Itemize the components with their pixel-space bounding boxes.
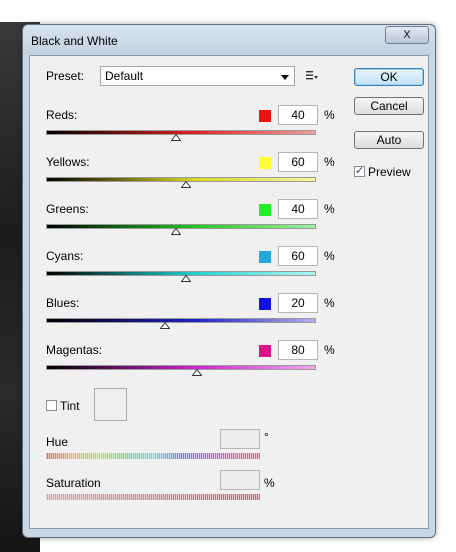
hue-input[interactable]	[220, 429, 260, 449]
slider-label: Cyans:	[46, 249, 84, 263]
tint-label: Tint	[60, 399, 80, 413]
slider-value-input[interactable]: 20	[278, 293, 318, 313]
slider-color-swatch	[259, 204, 271, 216]
tint-checkbox[interactable]	[46, 400, 57, 411]
slider-color-swatch	[259, 345, 271, 357]
saturation-slider[interactable]	[46, 494, 260, 500]
slider-color-swatch	[259, 298, 271, 310]
slider-color-swatch	[259, 110, 271, 122]
black-and-white-dialog: Black and White x Preset: Default OK Can…	[22, 24, 436, 538]
slider-value-input[interactable]: 80	[278, 340, 318, 360]
preview-label: Preview	[368, 165, 411, 179]
slider-percent-unit: %	[324, 202, 335, 216]
cancel-button[interactable]: Cancel	[354, 97, 424, 115]
slider-percent-unit: %	[324, 249, 335, 263]
preset-label: Preset:	[46, 69, 85, 83]
preview-checkbox[interactable]: ✓	[354, 164, 365, 177]
slider-label: Blues:	[46, 296, 80, 310]
dialog-body: Preset: Default OK Cancel Auto ✓ Preview…	[29, 55, 429, 529]
saturation-unit: %	[264, 476, 275, 490]
slider-color-swatch	[259, 251, 271, 263]
slider-track[interactable]	[46, 318, 316, 323]
close-icon: x	[403, 27, 411, 42]
ok-button[interactable]: OK	[354, 68, 424, 86]
slider-value-input[interactable]: 40	[278, 105, 318, 125]
slider-value-input[interactable]: 40	[278, 199, 318, 219]
preset-options-icon[interactable]	[306, 70, 318, 82]
slider-label: Yellows:	[46, 155, 90, 169]
slider-track[interactable]	[46, 224, 316, 229]
saturation-label: Saturation	[46, 476, 101, 490]
slider-value-input[interactable]: 60	[278, 246, 318, 266]
close-button[interactable]: x	[385, 26, 429, 44]
slider-track[interactable]	[46, 365, 316, 370]
hue-label: Hue	[46, 435, 69, 449]
tint-color-swatch[interactable]	[94, 388, 127, 421]
auto-button[interactable]: Auto	[354, 131, 424, 149]
slider-track[interactable]	[46, 130, 316, 135]
hue-unit: °	[264, 430, 269, 444]
saturation-input[interactable]	[220, 470, 260, 490]
slider-label: Reds:	[46, 108, 78, 122]
preset-value: Default	[105, 69, 144, 83]
dialog-title: Black and White	[31, 34, 118, 48]
slider-label: Greens:	[46, 202, 89, 216]
slider-value-input[interactable]: 60	[278, 152, 318, 172]
checkmark-icon: ✓	[355, 164, 365, 177]
slider-percent-unit: %	[324, 108, 335, 122]
hue-slider[interactable]	[46, 453, 260, 459]
slider-percent-unit: %	[324, 155, 335, 169]
slider-percent-unit: %	[324, 296, 335, 310]
slider-percent-unit: %	[324, 343, 335, 357]
preset-dropdown[interactable]: Default	[100, 66, 295, 86]
slider-label: Magentas:	[46, 343, 103, 357]
slider-color-swatch	[259, 157, 271, 169]
title-bar[interactable]: Black and White x	[23, 25, 435, 55]
chevron-down-icon	[281, 75, 289, 80]
